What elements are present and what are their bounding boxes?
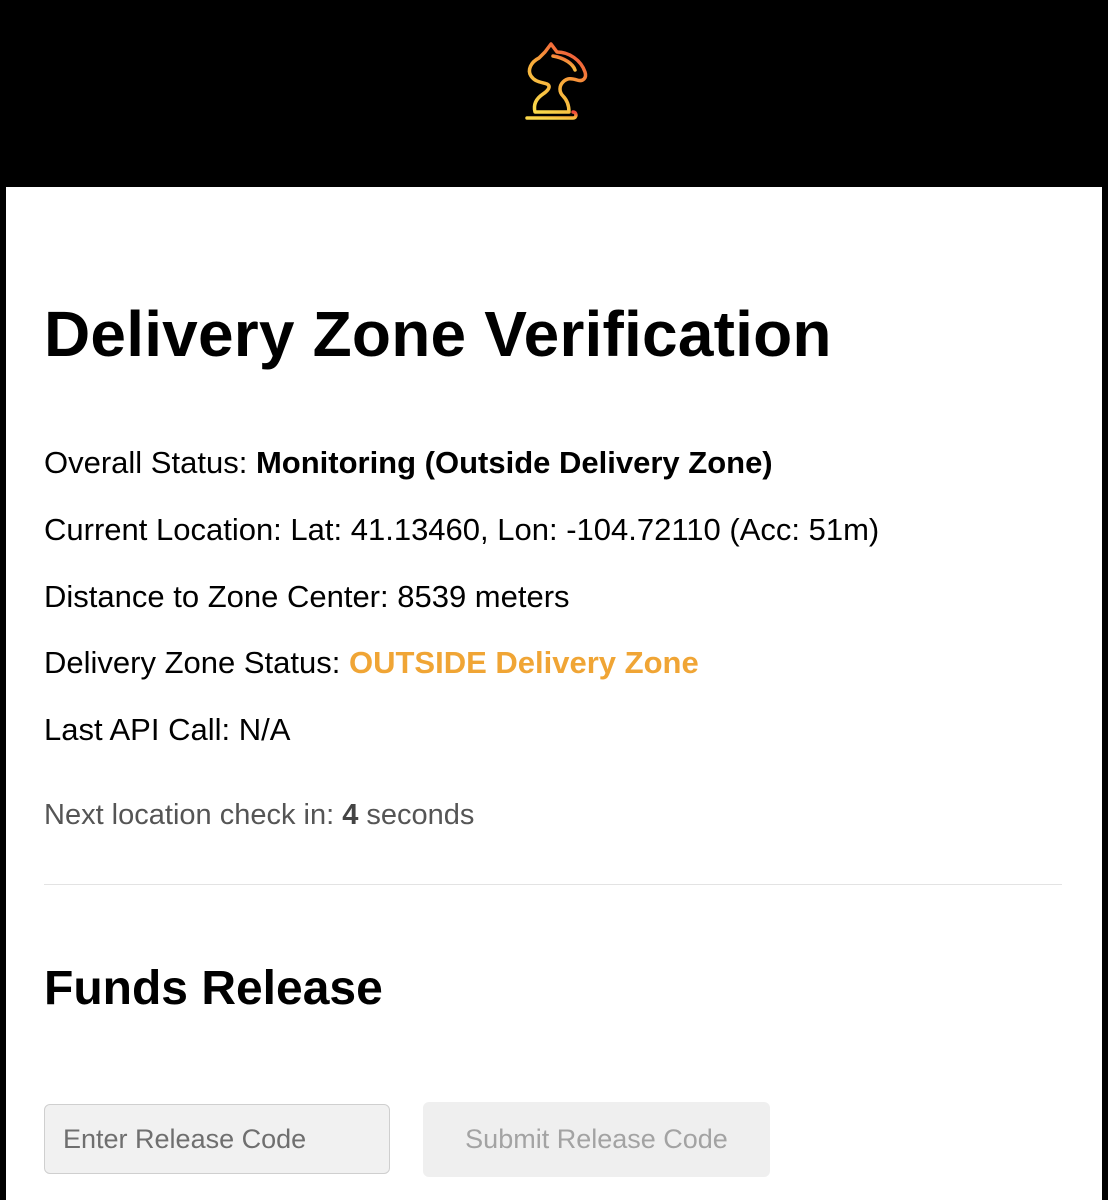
current-location-text: Current Location: Lat: 41.13460, Lon: -1… (44, 512, 880, 547)
next-check-prefix: Next location check in: (44, 799, 335, 831)
overall-status-row: Overall Status: Monitoring (Outside Deli… (44, 445, 773, 481)
knight-chess-piece-icon (521, 42, 588, 126)
zone-status-value: OUTSIDE Delivery Zone (348, 645, 699, 680)
overall-status-value: Monitoring (Outside Delivery Zone) (255, 445, 773, 480)
page-title: Delivery Zone Verification (44, 298, 832, 370)
overall-status-label: Overall Status: (44, 445, 248, 480)
app-header (0, 0, 1108, 187)
next-check-countdown: Next location check in: 4 seconds (44, 799, 474, 832)
release-code-input[interactable] (44, 1104, 390, 1174)
zone-status-label: Delivery Zone Status: (44, 645, 341, 680)
funds-release-title: Funds Release (44, 962, 383, 1015)
last-api-call-text: Last API Call: N/A (44, 712, 291, 747)
next-check-seconds: 4 (342, 799, 359, 831)
next-check-suffix: seconds (366, 799, 475, 831)
submit-release-code-button[interactable]: Submit Release Code (423, 1102, 770, 1177)
distance-text: Distance to Zone Center: 8539 meters (44, 579, 570, 614)
section-divider (44, 884, 1062, 885)
verification-card: Delivery Zone Verification Overall Statu… (6, 187, 1102, 1200)
zone-status-row: Delivery Zone Status: OUTSIDE Delivery Z… (44, 645, 699, 681)
